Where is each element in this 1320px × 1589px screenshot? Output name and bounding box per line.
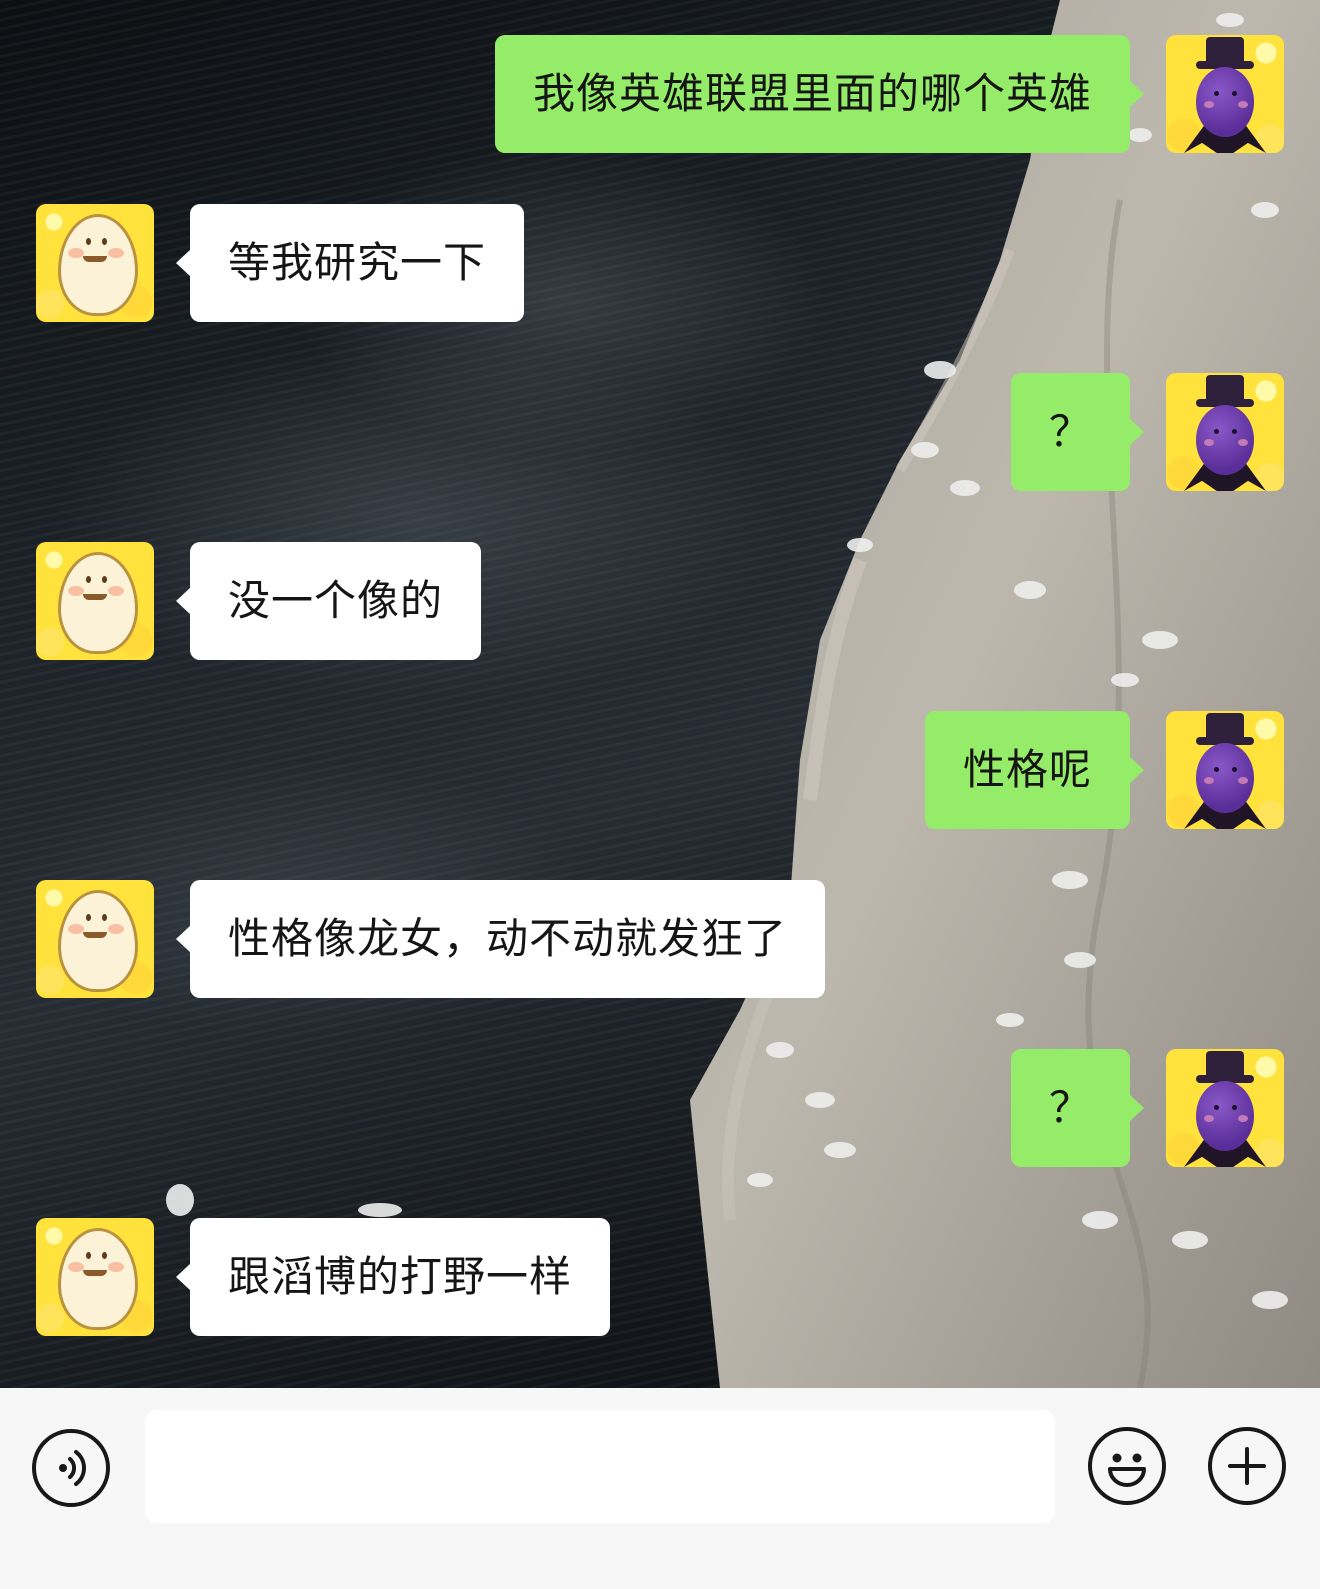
message-input[interactable]: [145, 1410, 1055, 1523]
cheek-shape: [68, 1262, 84, 1272]
eye-shape: [102, 576, 107, 583]
message-bubble-sent[interactable]: ？: [1010, 373, 1145, 491]
hat-shape: [1206, 1051, 1244, 1077]
eye-shape: [86, 238, 91, 245]
cheek-shape: [108, 924, 124, 934]
egg-body-shape: [58, 552, 138, 654]
eye-shape: [1214, 767, 1219, 772]
eye-shape: [102, 238, 107, 245]
eye-shape: [1214, 429, 1219, 434]
mouth-shape: [83, 594, 107, 600]
eye-shape: [1214, 1105, 1219, 1110]
egg-body-shape: [58, 214, 138, 316]
eye-shape: [86, 914, 91, 921]
egg-avatar[interactable]: [36, 542, 154, 660]
cheek-shape: [1238, 439, 1248, 446]
message-row: 性格像龙女，动不动就发狂了: [36, 880, 826, 998]
cheek-shape: [108, 248, 124, 258]
cheek-shape: [68, 924, 84, 934]
cheek-shape: [108, 1262, 124, 1272]
message-row: 性格呢: [924, 711, 1284, 829]
voice-icon: [59, 1450, 86, 1486]
cheek-shape: [68, 248, 84, 258]
cheek-shape: [1238, 777, 1248, 784]
message-bubble-sent[interactable]: 性格呢: [924, 711, 1145, 829]
cheek-shape: [1204, 777, 1214, 784]
message-row: ？: [1010, 1049, 1284, 1167]
plus-icon: [1228, 1447, 1266, 1485]
egg-body-shape: [58, 890, 138, 992]
chat-message-area[interactable]: 我像英雄联盟里面的哪个英雄 等我研究一下 ？ 没一个像的 性格呢 性格像龙女，动…: [0, 0, 1320, 1388]
eye-shape: [86, 1252, 91, 1259]
message-bubble-sent[interactable]: 我像英雄联盟里面的哪个英雄: [494, 35, 1145, 153]
cheek-shape: [1204, 439, 1214, 446]
plum-vampire-avatar[interactable]: [1166, 1049, 1284, 1167]
message-bubble-received[interactable]: 跟滔博的打野一样: [175, 1218, 611, 1336]
hat-shape: [1206, 375, 1244, 401]
mouth-shape: [83, 1270, 107, 1276]
cheek-shape: [1238, 101, 1248, 108]
eye-shape: [1232, 429, 1237, 434]
eye-shape: [102, 914, 107, 921]
hat-shape: [1206, 713, 1244, 739]
emoji-icon: [1108, 1453, 1146, 1487]
cheek-shape: [1238, 1115, 1248, 1122]
message-row: 跟滔博的打野一样: [36, 1218, 611, 1336]
egg-avatar[interactable]: [36, 204, 154, 322]
plum-vampire-avatar[interactable]: [1166, 711, 1284, 829]
hat-shape: [1206, 37, 1244, 63]
message-row: 我像英雄联盟里面的哪个英雄: [494, 35, 1284, 153]
message-row: 等我研究一下: [36, 204, 525, 322]
eye-shape: [1232, 767, 1237, 772]
eye-shape: [1232, 91, 1237, 96]
cheek-shape: [68, 586, 84, 596]
eye-shape: [1232, 1105, 1237, 1110]
plus-button[interactable]: [1208, 1427, 1286, 1505]
voice-button[interactable]: [32, 1429, 110, 1507]
message-row: ？: [1010, 373, 1284, 491]
eye-shape: [102, 1252, 107, 1259]
plum-vampire-avatar[interactable]: [1166, 373, 1284, 491]
message-bubble-received[interactable]: 没一个像的: [175, 542, 482, 660]
message-bubble-received[interactable]: 性格像龙女，动不动就发狂了: [175, 880, 826, 998]
eye-shape: [86, 576, 91, 583]
eye-shape: [1214, 91, 1219, 96]
cheek-shape: [1204, 1115, 1214, 1122]
message-row: 没一个像的: [36, 542, 482, 660]
cheek-shape: [1204, 101, 1214, 108]
mouth-shape: [83, 256, 107, 262]
plum-vampire-avatar[interactable]: [1166, 35, 1284, 153]
mouth-shape: [83, 932, 107, 938]
message-bubble-sent[interactable]: ？: [1010, 1049, 1145, 1167]
cheek-shape: [108, 586, 124, 596]
egg-avatar[interactable]: [36, 880, 154, 998]
chat-input-bar: [0, 1388, 1320, 1589]
emoji-button[interactable]: [1088, 1427, 1166, 1505]
egg-avatar[interactable]: [36, 1218, 154, 1336]
message-bubble-received[interactable]: 等我研究一下: [175, 204, 525, 322]
egg-body-shape: [58, 1228, 138, 1330]
